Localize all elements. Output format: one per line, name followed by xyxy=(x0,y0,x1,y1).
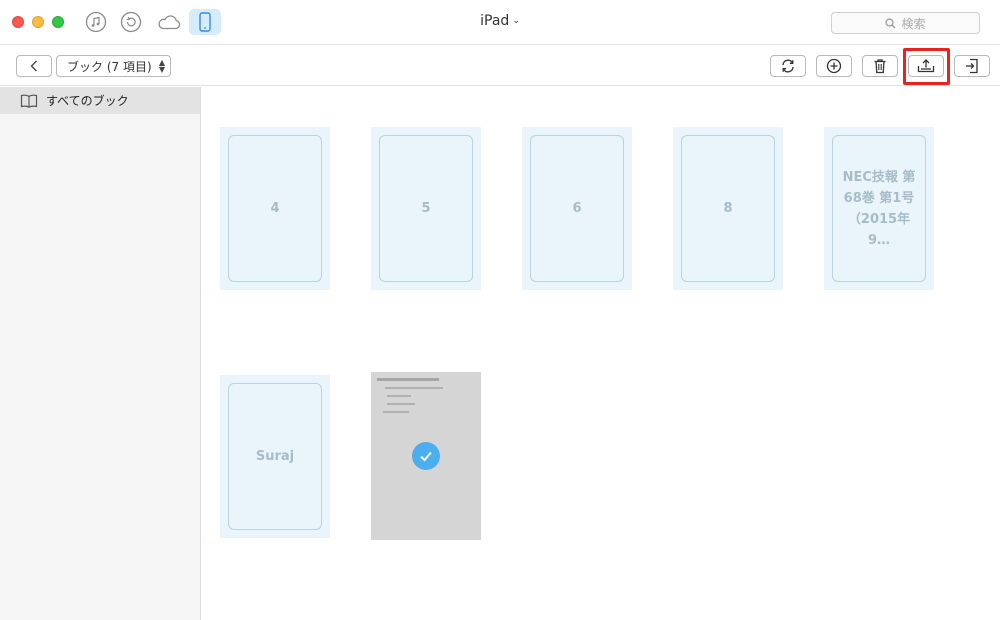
book-item-selected[interactable] xyxy=(371,372,481,540)
book-cover: 4 xyxy=(228,135,322,282)
book-cover: NEC技報 第68巻 第1号（2015年9… xyxy=(832,135,926,282)
search-icon xyxy=(885,17,896,28)
document-page-thumbnail xyxy=(377,378,473,419)
chevron-left-icon xyxy=(30,60,37,72)
import-to-device-button[interactable] xyxy=(954,55,990,77)
device-button[interactable] xyxy=(189,9,221,35)
book-item[interactable]: 5 xyxy=(371,127,481,290)
updown-chevron-icon: ▲ ▼ xyxy=(158,58,165,74)
minimize-window-button[interactable] xyxy=(32,16,44,28)
selected-check-icon xyxy=(412,442,440,470)
book-title: Suraj xyxy=(255,449,295,464)
sidebar-item-label: すべてのブック xyxy=(46,94,129,108)
back-button[interactable] xyxy=(16,55,52,77)
category-select[interactable]: ブック (7 項目) ▲ ▼ xyxy=(56,55,171,77)
zoom-window-button[interactable] xyxy=(52,16,64,28)
book-title: 6 xyxy=(572,201,582,216)
device-title[interactable]: iPad ⌄ xyxy=(440,13,560,29)
book-item[interactable]: NEC技報 第68巻 第1号（2015年9… xyxy=(824,127,934,290)
toolbar: ブック (7 項目) ▲ ▼ xyxy=(0,46,1000,86)
search-placeholder: 検索 xyxy=(901,16,926,31)
books-grid: 4 5 6 8 NEC技報 第68巻 第1号（2015年9… Suraj xyxy=(202,87,1000,620)
title-bar: iPad ⌄ 検索 xyxy=(0,0,1000,45)
book-title: 5 xyxy=(421,201,431,216)
restore-icon[interactable] xyxy=(119,10,143,34)
app-window: iPad ⌄ 検索 ブック (7 項目) ▲ ▼ すべてのブック 4 5 6 8… xyxy=(0,0,1000,620)
sidebar: すべてのブック xyxy=(0,87,201,620)
cloud-icon[interactable] xyxy=(155,10,183,34)
sync-icon xyxy=(782,59,794,73)
book-title: 8 xyxy=(723,201,733,216)
book-cover: 8 xyxy=(681,135,775,282)
delete-button[interactable] xyxy=(862,55,898,77)
import-to-device-icon xyxy=(966,58,978,74)
book-cover: 6 xyxy=(530,135,624,282)
refresh-button[interactable] xyxy=(770,55,806,77)
book-title: 4 xyxy=(270,201,280,216)
add-icon xyxy=(826,58,842,74)
sidebar-item-all-books[interactable]: すべてのブック xyxy=(0,87,200,114)
book-item[interactable]: 8 xyxy=(673,127,783,290)
book-title: NEC技報 第68巻 第1号（2015年9… xyxy=(842,169,916,248)
delete-icon xyxy=(874,59,886,74)
book-item[interactable]: Suraj xyxy=(220,375,330,538)
book-cover: Suraj xyxy=(228,383,322,530)
search-field[interactable]: 検索 xyxy=(831,12,980,34)
close-window-button[interactable] xyxy=(12,16,24,28)
add-button[interactable] xyxy=(816,55,852,77)
book-item[interactable]: 4 xyxy=(220,127,330,290)
chevron-down-icon: ⌄ xyxy=(512,16,520,26)
book-cover: 5 xyxy=(379,135,473,282)
book-icon xyxy=(20,94,38,108)
export-button-highlight xyxy=(903,48,950,85)
device-icon xyxy=(199,12,211,32)
category-select-label: ブック (7 項目) xyxy=(67,59,152,74)
music-icon[interactable] xyxy=(84,10,108,34)
book-item[interactable]: 6 xyxy=(522,127,632,290)
device-title-text: iPad xyxy=(480,13,510,29)
